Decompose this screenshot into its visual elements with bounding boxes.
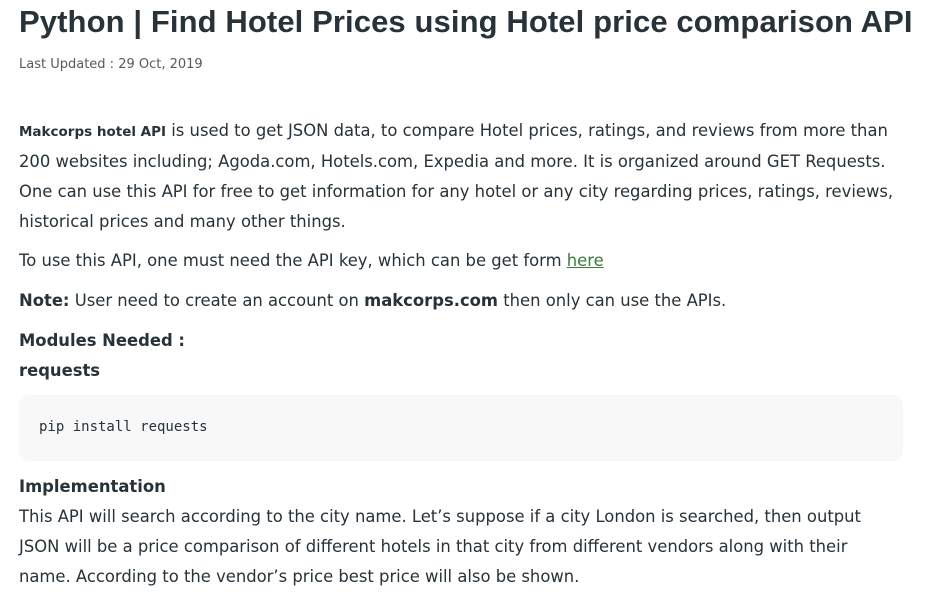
- api-name: Makcorps hotel API: [19, 124, 167, 140]
- note-text-after: then only can use the APIs.: [498, 291, 727, 310]
- note-paragraph: Note: User need to create an account on …: [19, 286, 903, 316]
- intro-paragraph: Makcorps hotel API is used to get JSON d…: [19, 116, 903, 237]
- implementation-heading: Implementation: [19, 477, 166, 496]
- api-key-text: To use this API, one must need the API k…: [19, 251, 567, 270]
- code-block[interactable]: pip install requests: [19, 395, 903, 461]
- note-text-before: User need to create an account on: [69, 291, 365, 310]
- last-updated: Last Updated : 29 Oct, 2019: [19, 57, 203, 72]
- requests-heading: requests: [19, 361, 101, 380]
- code-line[interactable]: pip install requests: [39, 419, 208, 435]
- modules-heading: Modules Needed :: [19, 331, 185, 350]
- page-title: Python | Find Hotel Prices using Hotel p…: [19, 4, 913, 39]
- here-link[interactable]: here: [567, 251, 604, 270]
- site-name: makcorps.com: [364, 291, 499, 310]
- api-key-paragraph: To use this API, one must need the API k…: [19, 246, 903, 276]
- implementation-paragraph: This API will search according to the ci…: [19, 507, 861, 586]
- note-label: Note:: [19, 291, 70, 310]
